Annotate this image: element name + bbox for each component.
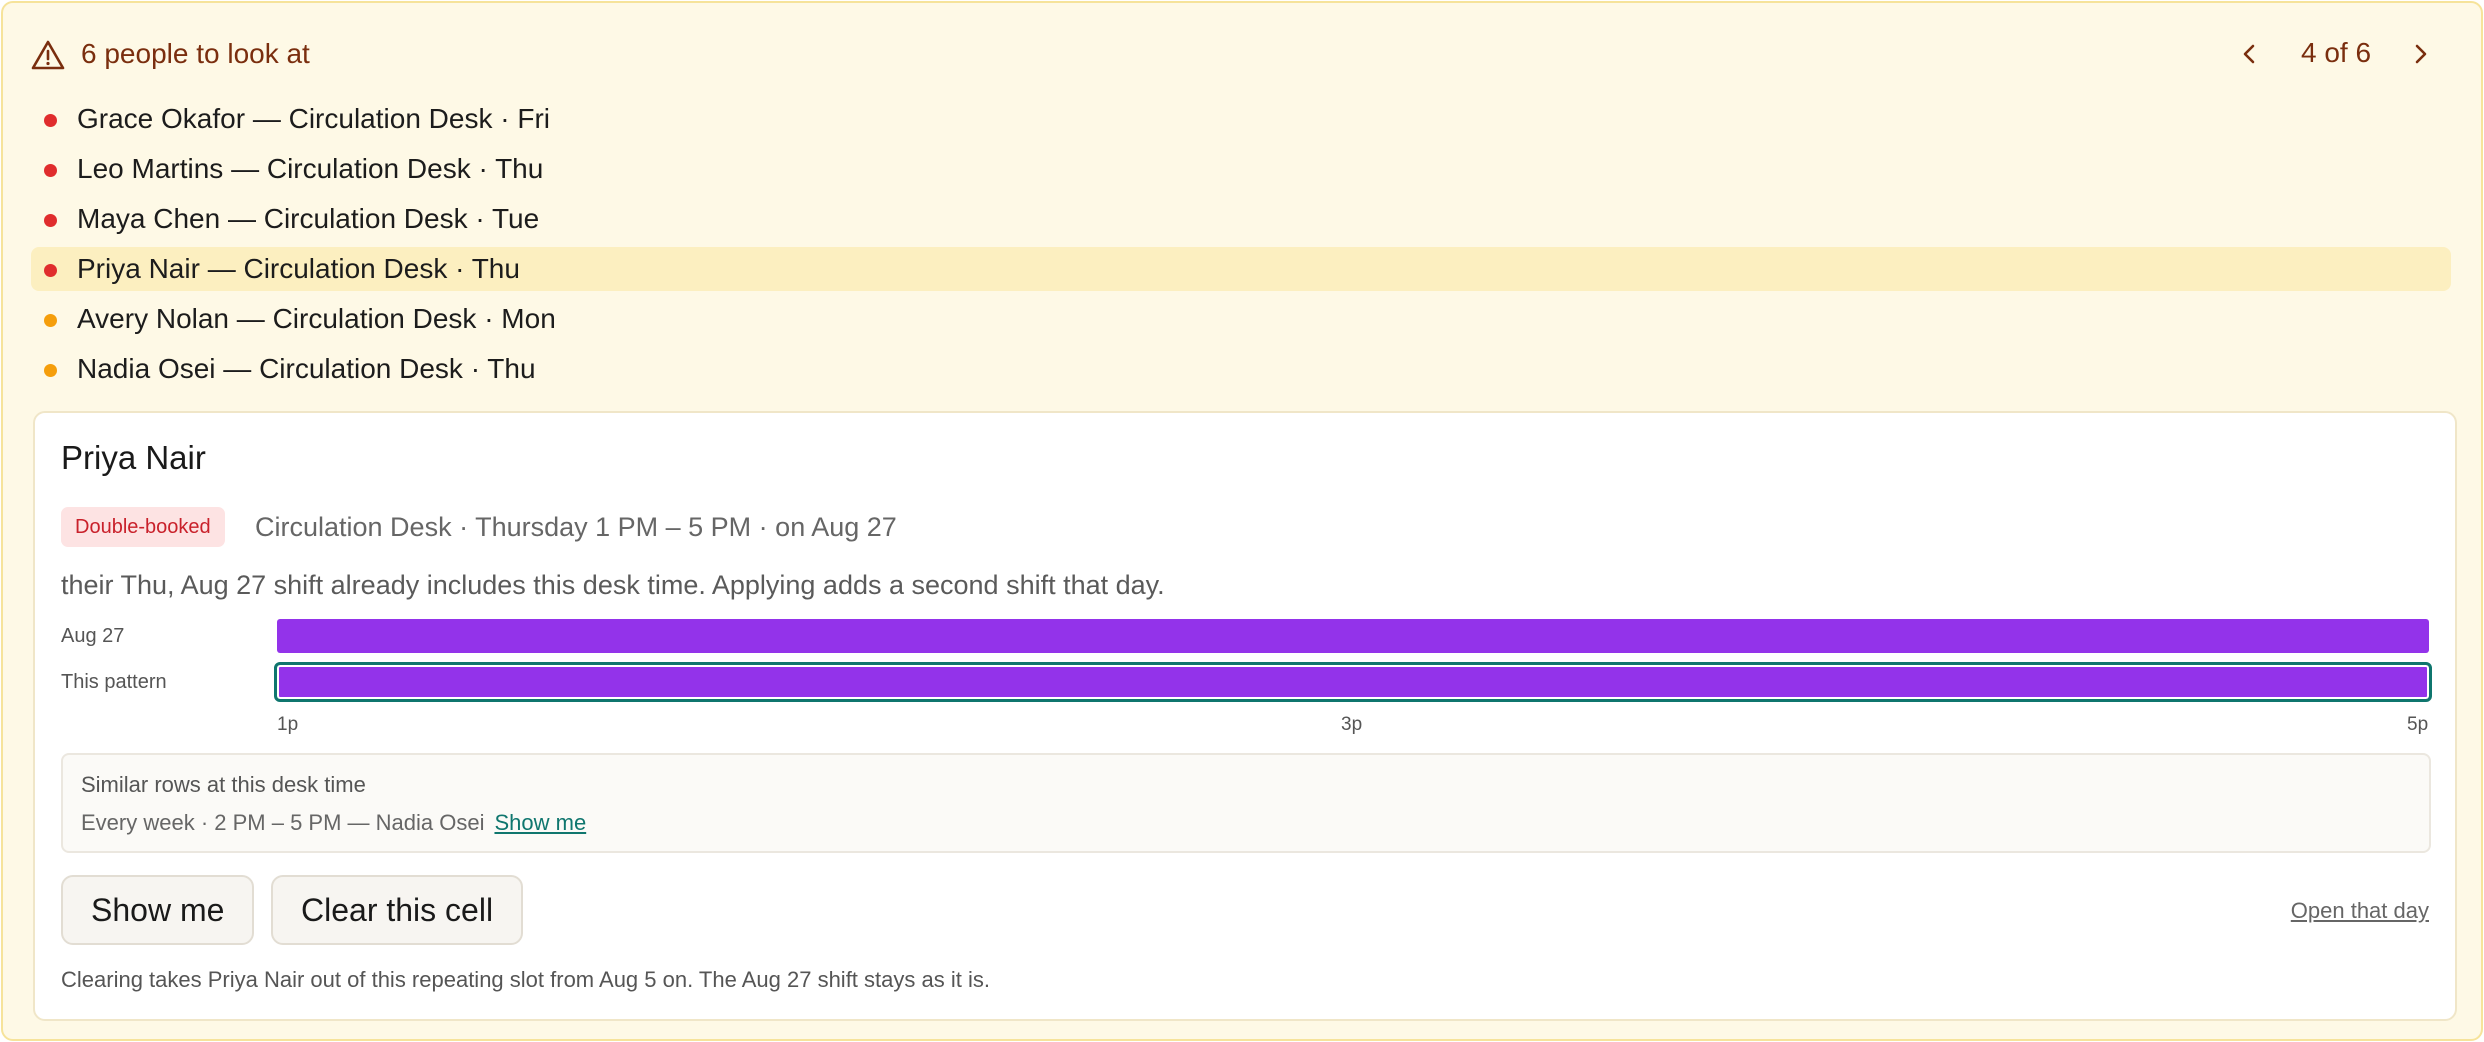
footnote: Clearing takes Priya Nair out of this re… — [61, 967, 990, 992]
status-dot — [44, 314, 57, 327]
person-label: Grace Okafor — Circulation Desk · Fri — [77, 103, 550, 134]
person-name: Priya Nair — [61, 439, 206, 476]
similar-rows-title: Similar rows at this desk time — [81, 772, 366, 797]
open-day-link[interactable]: Open that day — [2291, 897, 2429, 925]
status-dot — [44, 364, 57, 377]
list-item[interactable]: Nadia Osei — Circulation Desk · Thu — [31, 347, 2451, 391]
status-dot — [44, 264, 57, 277]
person-label: Nadia Osei — Circulation Desk · Thu — [77, 353, 536, 384]
similar-row-text: Every week · 2 PM – 5 PM — Nadia Osei — [81, 810, 485, 835]
list-item-selected[interactable]: Priya Nair — Circulation Desk · Thu — [31, 247, 2451, 291]
list-item[interactable]: Avery Nolan — Circulation Desk · Mon — [31, 297, 2451, 341]
conflict-review-panel: 6 people to look at 4 of 6 Grace Okafor … — [1, 1, 2483, 1041]
warning-triangle-icon — [31, 40, 65, 70]
person-label: Maya Chen — Circulation Desk · Tue — [77, 203, 540, 234]
status-dot — [44, 114, 57, 127]
similar-show-me-link[interactable]: Show me — [494, 810, 586, 835]
chevron-right-icon[interactable] — [2407, 37, 2435, 71]
show-me-button[interactable]: Show me — [61, 875, 255, 945]
timeline-tick: 3p — [1341, 714, 1363, 735]
timeline-row-label: Aug 27 — [61, 625, 125, 647]
timeline-tick: 5p — [2407, 714, 2429, 735]
status-dot — [44, 214, 57, 227]
person-label: Avery Nolan — Circulation Desk · Mon — [77, 303, 556, 334]
list-item[interactable]: Maya Chen — Circulation Desk · Tue — [31, 197, 2451, 241]
list-item[interactable]: Leo Martins — Circulation Desk · Thu — [31, 147, 2451, 191]
pager-count: 4 of 6 — [2300, 37, 2372, 68]
timeline-bar-existing — [277, 619, 2429, 653]
detail-card: Priya Nair Double-booked Circulation Des… — [33, 411, 2457, 1021]
timeline-tick: 1p — [277, 714, 299, 735]
person-label: Leo Martins — Circulation Desk · Thu — [77, 153, 544, 184]
chevron-left-icon[interactable] — [2235, 37, 2263, 71]
timeline-bar-pattern — [274, 662, 2432, 702]
panel-title: 6 people to look at — [81, 38, 310, 69]
similar-row: Every week · 2 PM – 5 PM — Nadia Osei Sho… — [81, 809, 586, 837]
conflict-description: their Thu, Aug 27 shift already includes… — [61, 570, 1165, 600]
person-label: Priya Nair — Circulation Desk · Thu — [77, 253, 520, 284]
list-item[interactable]: Grace Okafor — Circulation Desk · Fri — [31, 97, 2451, 141]
status-dot — [44, 164, 57, 177]
similar-rows-box: Similar rows at this desk time Every wee… — [61, 753, 2431, 853]
people-list: Grace Okafor — Circulation Desk · Fri Le… — [31, 97, 2451, 397]
timeline-row-label: This pattern — [61, 671, 167, 693]
status-badge: Double-booked — [61, 507, 225, 547]
shift-meta: Circulation Desk · Thursday 1 PM – 5 PM … — [255, 512, 897, 542]
clear-cell-button[interactable]: Clear this cell — [271, 875, 524, 945]
